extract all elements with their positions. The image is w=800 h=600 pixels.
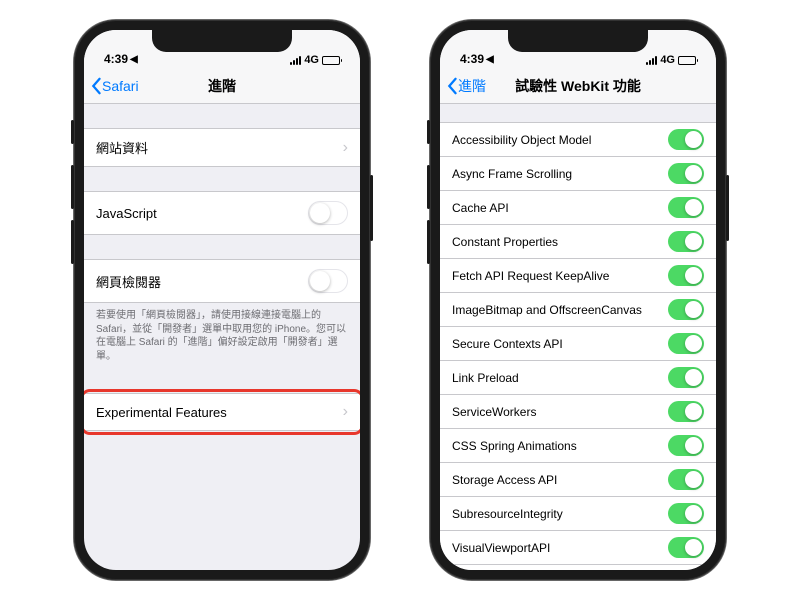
inspector-hint: 若要使用「網頁檢閱器」，請使用接線連接電腦上的 Safari，並從「開發者」選單… bbox=[84, 303, 360, 369]
feature-row[interactable]: Cache API bbox=[440, 191, 716, 225]
feature-row[interactable]: Fetch API Request KeepAlive bbox=[440, 259, 716, 293]
feature-toggle[interactable] bbox=[668, 299, 704, 320]
settings-content: 網站資料 › JavaScript 網頁檢閱器 若要使用「網頁檢閱器」，請使用接… bbox=[84, 104, 360, 570]
feature-toggle[interactable] bbox=[668, 333, 704, 354]
volume-down bbox=[427, 220, 430, 264]
row-label: 網站資料 bbox=[96, 138, 148, 157]
feature-toggle[interactable] bbox=[668, 231, 704, 252]
feature-toggle[interactable] bbox=[668, 129, 704, 150]
feature-label: Storage Access API bbox=[452, 473, 557, 487]
feature-label: ImageBitmap and OffscreenCanvas bbox=[452, 303, 642, 317]
phone-left: 4:39 ◀ 4G Safari 進階 網站資料 › bbox=[74, 20, 370, 580]
chevron-left-icon bbox=[446, 77, 458, 95]
row-web-inspector[interactable]: 網頁檢閱器 bbox=[84, 259, 360, 303]
feature-label: VisualViewportAPI bbox=[452, 541, 550, 555]
row-experimental-features[interactable]: Experimental Features › bbox=[84, 393, 360, 431]
navbar: Safari 進階 bbox=[84, 68, 360, 104]
volume-up bbox=[71, 165, 74, 209]
feature-row[interactable]: SubresourceIntegrity bbox=[440, 497, 716, 531]
chevron-right-icon: › bbox=[343, 403, 348, 421]
volume-up bbox=[427, 165, 430, 209]
silent-switch bbox=[71, 120, 74, 144]
battery-icon bbox=[678, 56, 696, 65]
toggle-web-inspector[interactable] bbox=[308, 269, 348, 293]
status-time: 4:39 bbox=[104, 52, 128, 66]
feature-row[interactable]: Constant Properties bbox=[440, 225, 716, 259]
feature-label: SubresourceIntegrity bbox=[452, 507, 563, 521]
features-list: Accessibility Object Model Async Frame Sc… bbox=[440, 122, 716, 570]
volume-down bbox=[71, 220, 74, 264]
feature-toggle[interactable] bbox=[668, 537, 704, 558]
feature-toggle[interactable] bbox=[668, 163, 704, 184]
feature-row[interactable]: CSS Spring Animations bbox=[440, 429, 716, 463]
row-javascript[interactable]: JavaScript bbox=[84, 191, 360, 235]
feature-label: Accessibility Object Model bbox=[452, 133, 591, 147]
row-website-data[interactable]: 網站資料 › bbox=[84, 128, 360, 167]
navbar: 進階 試驗性 WebKit 功能 bbox=[440, 68, 716, 104]
feature-toggle[interactable] bbox=[668, 401, 704, 422]
network-label: 4G bbox=[660, 54, 675, 66]
page-title: 進階 bbox=[208, 76, 236, 96]
feature-label: ServiceWorkers bbox=[452, 405, 536, 419]
back-button[interactable]: 進階 bbox=[440, 76, 486, 96]
location-icon: ◀ bbox=[130, 54, 138, 65]
feature-toggle[interactable] bbox=[668, 435, 704, 456]
feature-row[interactable]: ServiceWorkers bbox=[440, 395, 716, 429]
network-label: 4G bbox=[304, 54, 319, 66]
feature-label: CSS Spring Animations bbox=[452, 439, 577, 453]
status-time: 4:39 bbox=[460, 52, 484, 66]
back-button[interactable]: Safari bbox=[84, 77, 139, 95]
back-label: 進階 bbox=[458, 76, 486, 96]
feature-label: Secure Contexts API bbox=[452, 337, 563, 351]
feature-row[interactable]: Accessibility Object Model bbox=[440, 122, 716, 157]
notch bbox=[152, 30, 292, 52]
row-label: JavaScript bbox=[96, 206, 157, 221]
feature-label: Constant Properties bbox=[452, 235, 558, 249]
feature-toggle[interactable] bbox=[668, 367, 704, 388]
signal-icon bbox=[290, 56, 301, 65]
page-title: 試驗性 WebKit 功能 bbox=[515, 76, 641, 96]
row-label: 網頁檢閱器 bbox=[96, 272, 161, 291]
feature-row[interactable]: Link Preload bbox=[440, 361, 716, 395]
power-button bbox=[370, 175, 373, 241]
feature-row[interactable]: ImageBitmap and OffscreenCanvas bbox=[440, 293, 716, 327]
chevron-right-icon: › bbox=[343, 139, 348, 157]
feature-label: Fetch API Request KeepAlive bbox=[452, 269, 609, 283]
feature-toggle[interactable] bbox=[668, 265, 704, 286]
feature-toggle[interactable] bbox=[668, 469, 704, 490]
features-content: Accessibility Object Model Async Frame Sc… bbox=[440, 104, 716, 570]
feature-label: Cache API bbox=[452, 201, 509, 215]
signal-icon bbox=[646, 56, 657, 65]
feature-row[interactable]: Storage Access API bbox=[440, 463, 716, 497]
feature-row[interactable]: Async Frame Scrolling bbox=[440, 157, 716, 191]
chevron-left-icon bbox=[90, 77, 102, 95]
feature-label: Link Preload bbox=[452, 371, 519, 385]
battery-icon bbox=[322, 56, 340, 65]
silent-switch bbox=[427, 120, 430, 144]
location-icon: ◀ bbox=[486, 54, 494, 65]
feature-row[interactable]: Web Animations bbox=[440, 565, 716, 570]
feature-toggle[interactable] bbox=[668, 503, 704, 524]
feature-toggle[interactable] bbox=[668, 197, 704, 218]
row-label: Experimental Features bbox=[96, 405, 227, 420]
power-button bbox=[726, 175, 729, 241]
feature-label: Async Frame Scrolling bbox=[452, 167, 572, 181]
notch bbox=[508, 30, 648, 52]
toggle-javascript[interactable] bbox=[308, 201, 348, 225]
feature-row[interactable]: Secure Contexts API bbox=[440, 327, 716, 361]
feature-row[interactable]: VisualViewportAPI bbox=[440, 531, 716, 565]
back-label: Safari bbox=[102, 78, 139, 94]
phone-right: 4:39 ◀ 4G 進階 試驗性 WebKit 功能 Accessibility… bbox=[430, 20, 726, 580]
